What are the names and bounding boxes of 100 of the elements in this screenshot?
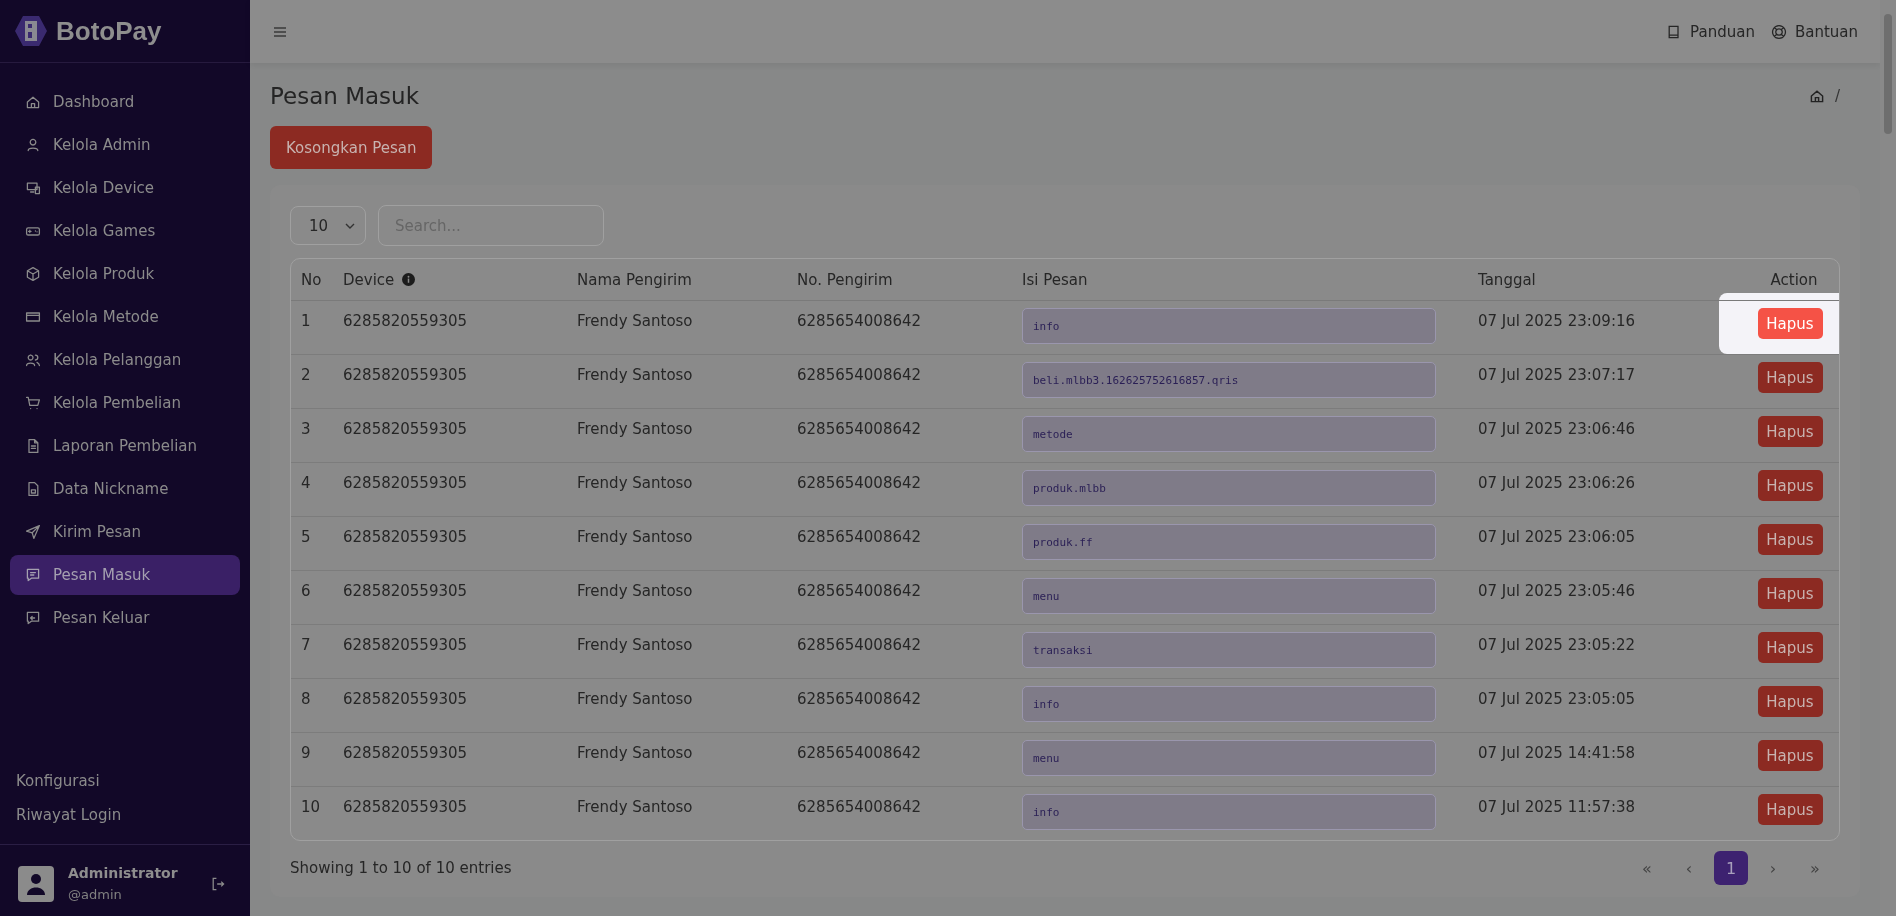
sidebar-link[interactable]: Riwayat Login [16,806,234,824]
header-link[interactable]: Panduan [1666,22,1755,41]
table-cell: 6285654008642 [797,744,922,762]
devices-icon [25,180,41,196]
column-header: Tanggal [1478,270,1536,289]
table-cell: 07 Jul 2025 23:07:17 [1478,366,1636,384]
nav-item[interactable]: Kelola Pembelian [10,383,240,423]
delete-button[interactable]: Hapus [1757,362,1823,393]
table-cell: 6285820559305 [343,366,468,384]
nav-item[interactable]: Kelola Games [10,211,240,251]
message-box: info [1022,308,1436,344]
logo-icon [14,14,48,48]
nav-item[interactable]: Dashboard [10,82,240,122]
table-cell: 6285820559305 [343,474,468,492]
delete-button[interactable]: Hapus [1757,740,1823,771]
table-cell: 6285654008642 [797,690,922,708]
table-cell: 6285654008642 [797,528,922,546]
table-cell: Frendy Santoso [577,366,693,384]
table-cell: 07 Jul 2025 14:41:58 [1478,744,1636,762]
send-icon [25,524,41,540]
table-cell: 3 [301,420,311,438]
page-button[interactable]: ‹ [1672,851,1706,885]
logout-icon[interactable] [210,875,226,892]
table-cell: Frendy Santoso [577,798,693,816]
nav-item[interactable]: Kelola Metode [10,297,240,337]
delete-button[interactable]: Hapus [1757,524,1823,555]
table-cell: Frendy Santoso [577,744,693,762]
page-button[interactable]: « [1630,851,1664,885]
user-name: Administrator [68,865,179,881]
message-box: menu [1022,578,1436,614]
table-cell: 6285654008642 [797,312,922,330]
table-cell: 07 Jul 2025 23:05:05 [1478,690,1636,708]
table-cell: 6285654008642 [797,582,922,600]
column-header: No. Pengirim [797,270,893,289]
message-box: produk.mlbb [1022,470,1436,506]
page-size-select[interactable]: 10 [290,206,366,245]
user-icon [25,137,41,153]
chat-icon [25,567,41,583]
table-cell: Frendy Santoso [577,582,693,600]
nav-item[interactable]: Kelola Device [10,168,240,208]
table-cell: 6285654008642 [797,366,922,384]
message-box: produk.ff [1022,524,1436,560]
page-button[interactable]: » [1798,851,1832,885]
nav-item[interactable]: Kirim Pesan [10,512,240,552]
page-button[interactable]: 1 [1714,851,1748,885]
breadcrumb-separator: / [1834,87,1840,105]
table-cell: 8 [301,690,311,708]
clear-messages-button[interactable]: Kosongkan Pesan [270,126,433,169]
nav-item[interactable]: Kelola Admin [10,125,240,165]
nav-item[interactable]: Pesan Keluar [10,598,240,638]
delete-button[interactable]: Hapus [1757,416,1823,447]
nav-item[interactable]: Pesan Masuk [10,555,240,595]
table-cell: 1 [301,312,311,330]
table-cell: 6285654008642 [797,420,922,438]
table-cell: 07 Jul 2025 23:06:05 [1478,528,1636,546]
delete-button[interactable]: Hapus [1757,470,1823,501]
table-cell: 5 [301,528,311,546]
table-cell: 6285654008642 [797,798,922,816]
nav-item[interactable]: Kelola Produk [10,254,240,294]
delete-button[interactable]: Hapus [1757,794,1823,825]
table-cell: Frendy Santoso [577,312,693,330]
avatar-icon [18,865,54,902]
nav-item[interactable]: Data Nickname [10,469,240,509]
table-cell: 07 Jul 2025 11:57:38 [1478,798,1636,816]
table-cell: 6285820559305 [343,744,468,762]
house-icon [25,94,41,110]
brand-name: BotoPay [56,15,162,47]
delete-button[interactable]: Hapus [1757,578,1823,609]
sidebar-link[interactable]: Konfigurasi [16,772,234,790]
table-cell: 6285820559305 [343,582,468,600]
cart-icon [25,395,41,411]
message-box: metode [1022,416,1436,452]
column-header: No [301,270,322,289]
table-cell: 6285820559305 [343,420,468,438]
cube-icon [25,266,41,282]
column-header: Device [343,270,395,289]
table-cell: 6285820559305 [343,798,468,816]
table-cell: 10 [301,798,321,816]
message-box: info [1022,794,1436,830]
header-link[interactable]: Bantuan [1770,22,1858,41]
page-button[interactable]: › [1756,851,1790,885]
page-title: Pesan Masuk [270,83,419,109]
table-cell: 6285820559305 [343,312,468,330]
card-icon [25,309,41,325]
chat-reply-icon [25,610,41,626]
nav-item[interactable]: Kelola Pelanggan [10,340,240,380]
table-cell: 6285820559305 [343,528,468,546]
message-box: menu [1022,740,1436,776]
table-cell: Frendy Santoso [577,636,693,654]
delete-button[interactable]: Hapus [1757,308,1823,339]
house-icon[interactable] [1808,88,1825,104]
table-cell: 4 [301,474,311,492]
table-cell: 07 Jul 2025 23:05:22 [1478,636,1636,654]
table-cell: 6285654008642 [797,474,922,492]
column-header: Isi Pesan [1022,270,1088,289]
delete-button[interactable]: Hapus [1757,632,1823,663]
table-cell: 9 [301,744,311,762]
nav-item[interactable]: Laporan Pembelian [10,426,240,466]
delete-button[interactable]: Hapus [1757,686,1823,717]
column-header: Nama Pengirim [577,270,692,289]
